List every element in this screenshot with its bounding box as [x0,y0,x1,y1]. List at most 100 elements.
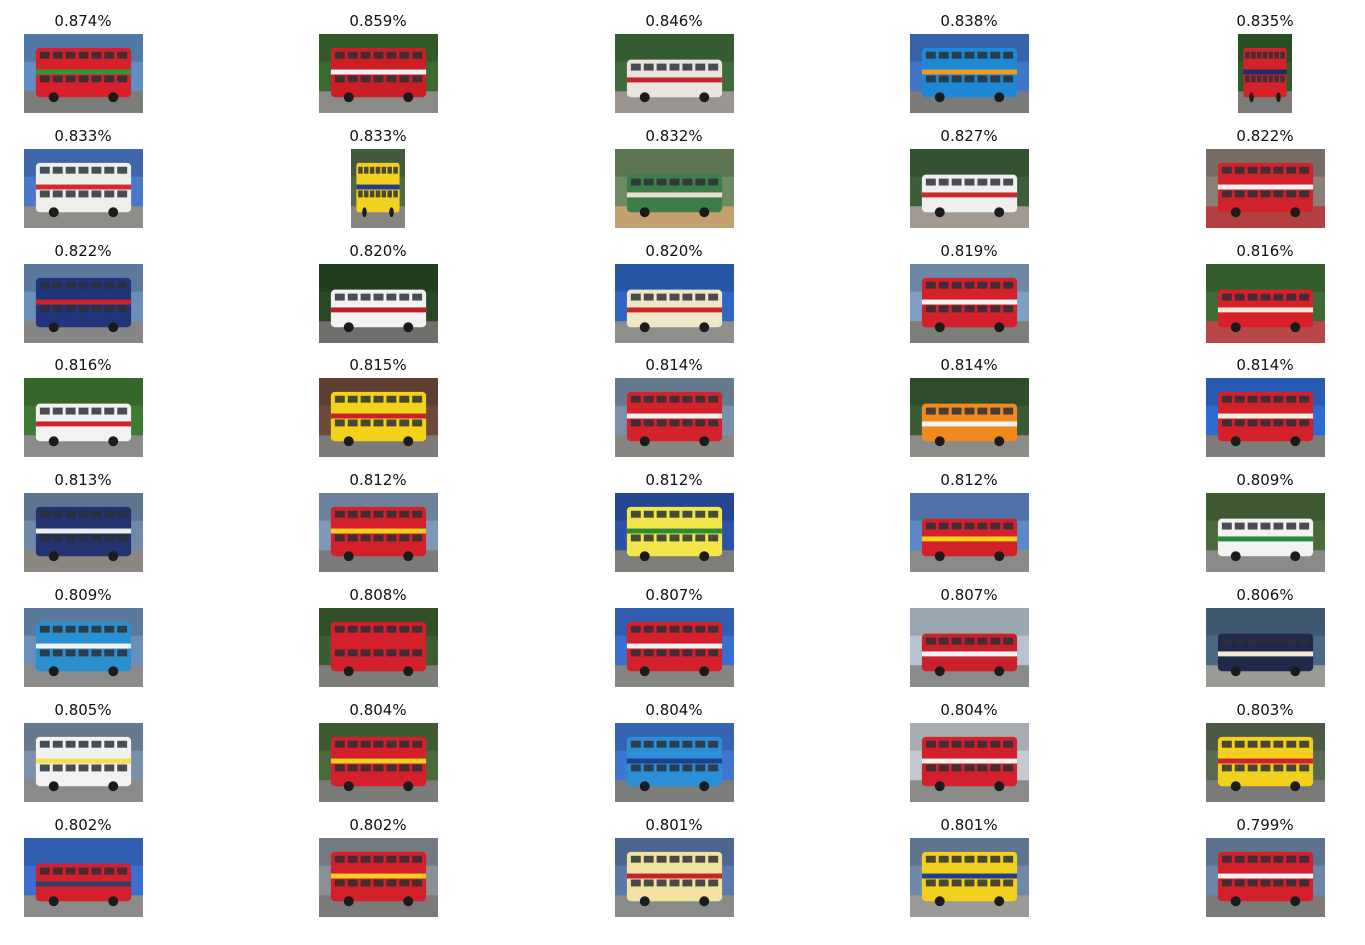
bus-window [977,637,988,645]
bus-window [708,740,719,748]
bus-window [1245,75,1250,83]
bus-window [369,166,375,174]
bus-window [938,51,949,59]
wheel [389,207,394,218]
wheel [48,896,59,907]
similarity-score-label: 0.838% [940,12,998,30]
bus-stripe [35,528,132,534]
bus-window [990,879,1001,887]
bus-window [386,51,397,59]
bus-window [695,63,706,71]
bus-window [334,534,345,542]
bus-window [708,293,719,301]
bus-window [373,649,384,657]
wheel [994,92,1005,103]
bus-window [360,740,371,748]
bus-window [78,625,89,633]
bus-window [682,855,693,863]
bus-window [1299,879,1310,887]
bus-window [695,178,706,186]
bus-window [104,740,115,748]
bus-window [1260,419,1271,427]
bus-window [375,166,381,174]
bus-window [78,75,89,83]
bus-window [373,293,384,301]
bus-window [386,510,397,518]
bus-stripe [626,307,723,313]
bus-window [91,305,102,313]
bus-window [104,281,115,289]
bus-window [964,51,975,59]
bus-window [1247,395,1258,403]
wheel [994,322,1005,333]
bus-window [977,764,988,772]
wheel [934,92,945,103]
bus-window [964,407,975,415]
bus-window [360,534,371,542]
bus-window [643,534,654,542]
bus-stripe [35,758,132,764]
bus-window [91,510,102,518]
bus-window [412,625,423,633]
bus-window [977,855,988,863]
bus-window [708,178,719,186]
bus-window [695,395,706,403]
bus-window [65,534,76,542]
bus-window [364,166,369,174]
bus-window [682,625,693,633]
bus-window [39,867,50,875]
bus-window [52,534,63,542]
bus-window [951,281,962,289]
bus-window [1003,305,1014,313]
bus-window [708,649,719,657]
bus-window [977,178,988,186]
bus-window [1221,166,1232,174]
bus-window [1221,764,1232,772]
bus-window [951,740,962,748]
bus-window [1274,51,1279,59]
wheel [1230,322,1241,333]
bus-window [925,51,936,59]
foliage [24,838,143,866]
bus-window [104,190,115,198]
bus-window [990,740,1001,748]
bus-window [347,740,358,748]
similarity-score-label: 0.813% [54,471,112,489]
bus-window [347,293,358,301]
bus-window [386,534,397,542]
bus-photo-thumbnail [1206,608,1325,687]
bus-window [393,166,398,174]
bus-window [334,419,345,427]
bus-window [1247,855,1258,863]
wheel [48,551,59,562]
similarity-score-label: 0.815% [349,356,407,374]
bus-window [104,75,115,83]
bus-window [643,395,654,403]
bus-window [938,764,949,772]
foliage [910,608,1029,636]
bus-window [52,510,63,518]
bus-window [1299,166,1310,174]
bus-stripe [1243,69,1287,75]
similarity-score-label: 0.814% [940,356,998,374]
bus-window [1273,855,1284,863]
similarity-score-label: 0.832% [645,127,703,145]
similarity-score-label: 0.822% [54,242,112,260]
bus-window [669,764,680,772]
bus-window [117,649,128,657]
bus-window [386,293,397,301]
bus-window [360,764,371,772]
bus-window [977,75,988,83]
wheel [1230,207,1241,218]
bus-window [938,75,949,83]
bus-window [708,510,719,518]
bus-window [1280,75,1285,83]
wheel [48,781,59,792]
bus-window [925,637,936,645]
bus-window [373,510,384,518]
wheel [403,551,414,562]
bus-photo-thumbnail [24,838,143,917]
bus-window [669,178,680,186]
bus-window [951,855,962,863]
bus-window [682,419,693,427]
